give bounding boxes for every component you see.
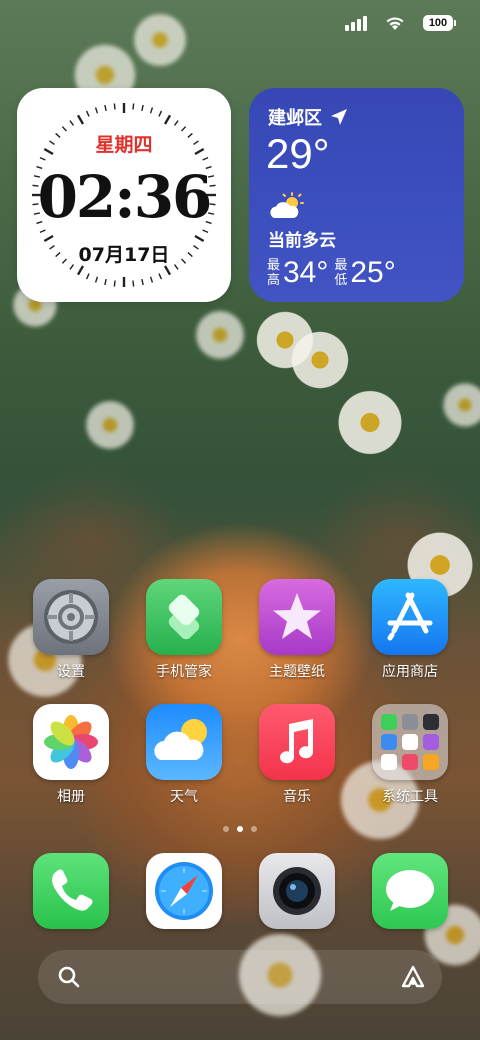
high-label: 最高 xyxy=(267,258,281,288)
clock-tick xyxy=(132,280,135,287)
app-phone-manager[interactable]: 手机管家 xyxy=(134,579,234,681)
app-store-icon xyxy=(372,579,448,655)
clock-tick xyxy=(113,280,116,287)
search-icon[interactable] xyxy=(56,964,82,990)
clock-tick xyxy=(39,156,46,161)
clock-tick xyxy=(76,114,85,125)
clock-tick xyxy=(85,273,90,280)
app-music[interactable]: 音乐 xyxy=(247,704,347,806)
page-dot[interactable] xyxy=(251,826,257,832)
clock-tick xyxy=(158,110,163,117)
assistant-icon[interactable] xyxy=(400,964,426,990)
page-indicator[interactable] xyxy=(0,826,480,832)
weather-temperature: 29° xyxy=(266,130,330,177)
clock-tick xyxy=(158,273,163,280)
weather-range: 最高 34° 最低 25° xyxy=(267,256,402,290)
app-label: 手机管家 xyxy=(156,664,212,680)
clock-widget[interactable]: 星期四 02:36 07月17日 xyxy=(17,88,231,302)
weather-condition: 当前多云 xyxy=(268,231,336,251)
folder-icon xyxy=(372,704,448,780)
low-temp: 25° xyxy=(350,256,396,289)
battery-indicator: 100 xyxy=(423,15,456,31)
weather-widget[interactable]: 建邺区 29° 当前多云 最高 34° 最低 25° xyxy=(249,88,464,302)
app-label: 应用商店 xyxy=(382,664,438,680)
clock-tick xyxy=(113,103,116,110)
weather-cloud-sun-icon xyxy=(146,704,222,780)
dock-browser[interactable] xyxy=(134,853,234,929)
phone-manager-icon xyxy=(146,579,222,655)
wallpaper-flower xyxy=(285,330,355,390)
dock-camera[interactable] xyxy=(247,853,347,929)
camera-icon xyxy=(259,853,335,929)
app-photos[interactable]: 相册 xyxy=(21,704,121,806)
safari-compass-icon xyxy=(146,853,222,929)
clock-tick xyxy=(163,114,172,125)
weather-location-name: 建邺区 xyxy=(268,108,322,129)
clock-tick xyxy=(141,278,144,286)
app-label: 设置 xyxy=(57,664,85,680)
search-bar[interactable] xyxy=(38,950,442,1004)
battery-level: 100 xyxy=(423,15,453,31)
clock-tick xyxy=(104,278,107,286)
app-label: 相册 xyxy=(57,789,85,805)
clock-tick xyxy=(173,120,179,126)
clock-tick xyxy=(94,107,99,114)
clock-tick xyxy=(149,276,154,283)
music-note-icon xyxy=(259,704,335,780)
clock-time: 02:36 xyxy=(37,163,213,231)
clock-tick xyxy=(69,120,75,126)
clock-date: 07月17日 xyxy=(78,244,170,266)
app-themes[interactable]: 主题壁纸 xyxy=(247,579,347,681)
wifi-icon xyxy=(386,17,404,30)
wallpaper-flower xyxy=(190,310,250,360)
page-dot[interactable] xyxy=(223,826,229,832)
cellular-signal-icon xyxy=(345,15,367,31)
app-label: 主题壁纸 xyxy=(269,664,325,680)
messages-icon xyxy=(372,853,448,929)
weather-location: 建邺区 xyxy=(268,104,348,130)
clock-tick xyxy=(149,107,154,114)
dock-phone[interactable] xyxy=(21,853,121,929)
wallpaper-flower xyxy=(80,400,140,450)
phone-icon xyxy=(33,853,109,929)
app-label: 系统工具 xyxy=(382,789,438,805)
app-weather[interactable]: 天气 xyxy=(134,704,234,806)
partly-cloudy-icon xyxy=(270,192,304,218)
status-bar: 100 xyxy=(345,12,456,34)
settings-gear-icon xyxy=(33,579,109,655)
clock-tick xyxy=(163,265,172,276)
clock-weekday: 星期四 xyxy=(95,134,153,156)
clock-tick xyxy=(141,104,144,112)
wallpaper-flower xyxy=(130,10,190,70)
clock-tick xyxy=(85,110,90,117)
page-dot-active[interactable] xyxy=(237,826,243,832)
app-label: 音乐 xyxy=(283,789,311,805)
app-label: 天气 xyxy=(170,789,198,805)
clock-tick xyxy=(132,103,135,110)
low-label: 最低 xyxy=(334,258,348,288)
clock-tick xyxy=(76,265,85,276)
clock-tick xyxy=(104,104,107,112)
app-settings[interactable]: 设置 xyxy=(21,579,121,681)
folder-system-tools[interactable]: 系统工具 xyxy=(360,704,460,806)
dock-messages[interactable] xyxy=(360,853,460,929)
high-temp: 34° xyxy=(283,256,329,289)
themes-star-icon xyxy=(259,579,335,655)
location-arrow-icon xyxy=(331,109,347,125)
app-store[interactable]: 应用商店 xyxy=(360,579,460,681)
wallpaper-flower xyxy=(330,390,410,455)
clock-tick xyxy=(202,156,209,161)
clock-tick xyxy=(94,276,99,283)
photos-flower-icon xyxy=(33,704,109,780)
